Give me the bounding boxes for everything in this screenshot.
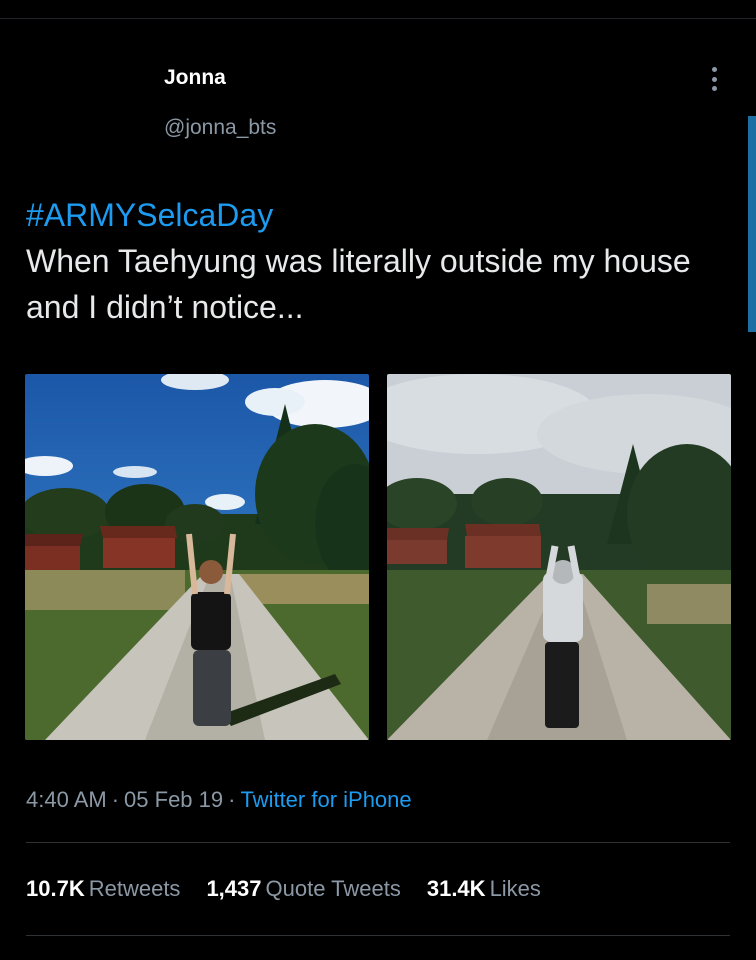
likes-count: 31.4K: [426, 876, 486, 901]
scrollbar-thumb[interactable]: [748, 116, 756, 332]
retweets-stat[interactable]: 10.7K Retweets: [26, 876, 180, 902]
author-name[interactable]: Jonna: [164, 66, 226, 90]
tweet-text: #ARMYSelcaDay When Taehyung was literall…: [26, 192, 726, 330]
divider: [26, 842, 730, 843]
retweets-label: Retweets: [88, 876, 181, 901]
tweet-metadata: 4:40 AM · 05 Feb 19 · Twitter for iPhone: [26, 787, 412, 813]
meta-separator: ·: [228, 787, 236, 812]
quote-tweets-stat[interactable]: 1,437 Quote Tweets: [206, 876, 400, 902]
meta-separator: ·: [111, 787, 120, 812]
likes-stat[interactable]: 31.4K Likes: [427, 876, 541, 902]
tweet-photo-right[interactable]: [387, 374, 731, 740]
quote-tweets-count: 1,437: [206, 876, 262, 901]
tweet-date: 05 Feb 19: [124, 787, 224, 812]
tweet-photo-left[interactable]: [25, 374, 369, 740]
hashtag-link[interactable]: #ARMYSelcaDay: [26, 192, 726, 238]
author-handle[interactable]: @jonna_bts: [164, 116, 276, 140]
retweets-count: 10.7K: [26, 876, 85, 901]
tweet-body: When Taehyung was literally outside my h…: [26, 243, 691, 325]
quote-tweets-label: Quote Tweets: [265, 876, 401, 901]
top-border: [0, 18, 756, 19]
likes-label: Likes: [489, 876, 541, 901]
more-options-button[interactable]: [704, 64, 724, 94]
more-vertical-icon: [711, 67, 717, 72]
tweet-source-link[interactable]: Twitter for iPhone: [240, 787, 411, 812]
divider: [26, 935, 730, 936]
tweet-stats: 10.7K Retweets 1,437 Quote Tweets 31.4K Lik…: [26, 876, 541, 902]
tweet-time: 4:40 AM: [26, 787, 107, 812]
